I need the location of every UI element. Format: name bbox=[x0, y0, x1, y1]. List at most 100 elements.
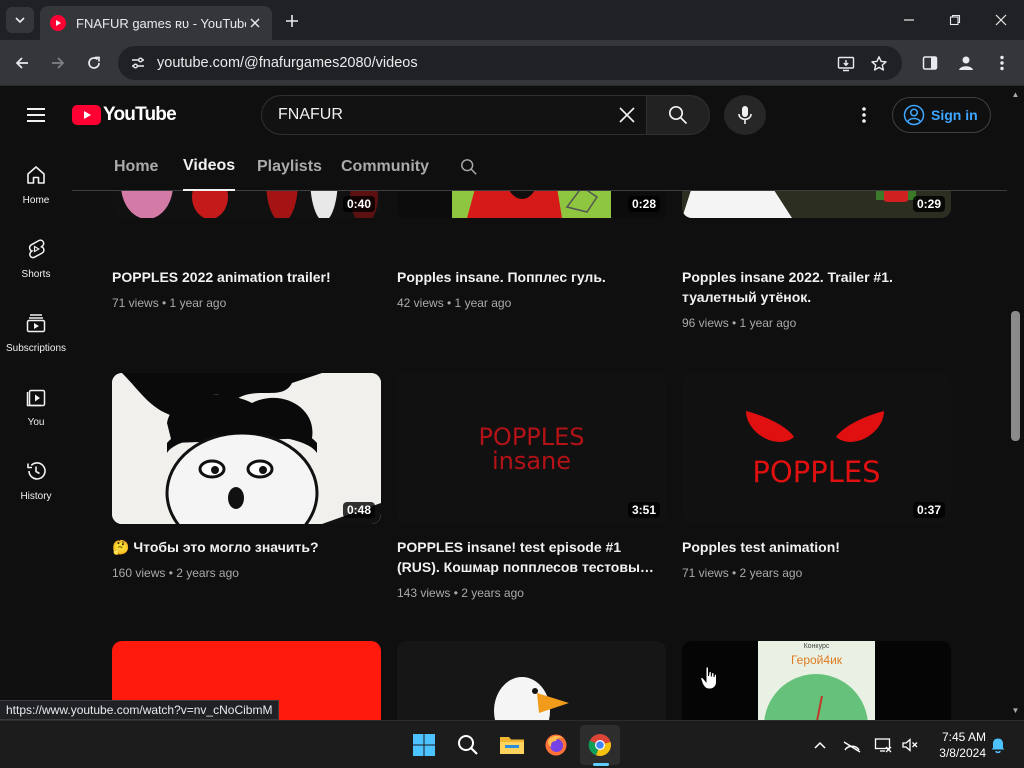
install-app-icon[interactable] bbox=[836, 54, 856, 74]
url-text: youtube.com/@fnafurgames2080/videos bbox=[157, 55, 418, 71]
reload-button[interactable] bbox=[80, 49, 108, 77]
thumbnail-text: insane bbox=[491, 447, 572, 475]
scrollbar-thumb[interactable] bbox=[1011, 311, 1020, 441]
scroll-up-icon[interactable]: ▲ bbox=[1011, 90, 1020, 99]
network-icon[interactable] bbox=[873, 735, 893, 755]
chevron-down-icon bbox=[15, 17, 25, 24]
system-clock[interactable]: 7:45 AM 3/8/2024 bbox=[928, 729, 986, 761]
site-info-icon[interactable] bbox=[128, 53, 148, 73]
active-app-indicator bbox=[593, 763, 609, 766]
more-vert-icon bbox=[862, 107, 866, 123]
search-button[interactable] bbox=[646, 95, 710, 135]
channel-tabs: Home Videos Playlists Community bbox=[72, 143, 1007, 191]
guide-label: You bbox=[27, 417, 45, 428]
video-title[interactable]: Popples insane. Попплес гуль. bbox=[397, 267, 659, 287]
video-metadata: 143 views • 2 years ago bbox=[397, 586, 524, 600]
file-explorer-button[interactable] bbox=[492, 725, 532, 765]
more-vert-icon bbox=[1000, 55, 1004, 71]
browser-tab[interactable]: FNAFUR games ʀᴜ - YouTube bbox=[40, 6, 272, 40]
clear-search-icon[interactable] bbox=[607, 96, 647, 134]
tab-videos[interactable]: Videos bbox=[183, 143, 236, 191]
history-icon bbox=[24, 459, 48, 483]
guide-item-home[interactable]: Home bbox=[0, 153, 72, 217]
show-hidden-icons-chevron-icon[interactable] bbox=[810, 735, 830, 755]
reload-icon bbox=[88, 56, 100, 69]
video-thumbnail[interactable]: 0:48 bbox=[112, 373, 381, 524]
restore-icon bbox=[949, 14, 961, 26]
clock-time: 7:45 AM bbox=[941, 730, 986, 744]
sign-in-label: Sign in bbox=[931, 107, 978, 123]
video-title[interactable]: POPPLES insane! test episode #1 (RUS). К… bbox=[397, 537, 659, 577]
microphone-icon bbox=[738, 106, 752, 124]
plus-icon bbox=[286, 15, 298, 27]
guide-item-subscriptions[interactable]: Subscriptions bbox=[0, 301, 72, 365]
thumbnail-text: POPPLES bbox=[752, 455, 881, 489]
profile-button[interactable] bbox=[952, 49, 980, 77]
you-icon bbox=[24, 385, 48, 409]
side-panel-icon bbox=[922, 56, 938, 70]
video-metadata: 160 views • 2 years ago bbox=[112, 566, 239, 580]
video-title[interactable]: Popples insane 2022. Trailer #1. туалетн… bbox=[682, 267, 944, 307]
thumbnail-art bbox=[397, 641, 666, 720]
guide-item-history[interactable]: History bbox=[0, 449, 72, 513]
video-thumbnail[interactable]: POPPLES 0:37 bbox=[682, 373, 951, 524]
tab-community[interactable]: Community bbox=[341, 143, 429, 190]
video-metadata: 71 views • 2 years ago bbox=[682, 566, 803, 580]
no-internet-icon[interactable] bbox=[842, 735, 862, 755]
thumbnail-text: POPPLES bbox=[478, 423, 585, 451]
logo-text: YouTube bbox=[103, 104, 177, 125]
guide-label: History bbox=[20, 491, 52, 502]
video-thumbnail[interactable]: Конкурс Герой4ик bbox=[682, 641, 951, 720]
video-duration: 0:48 bbox=[342, 502, 375, 518]
arrow-left-icon bbox=[15, 57, 28, 69]
guide-label: Subscriptions bbox=[5, 343, 67, 354]
volume-muted-icon[interactable] bbox=[900, 735, 920, 755]
chrome-button[interactable] bbox=[580, 725, 620, 765]
video-title[interactable]: 🤔 Чтобы это могло значить? bbox=[112, 537, 374, 557]
notifications-bell-icon[interactable] bbox=[988, 735, 1008, 755]
firefox-button[interactable] bbox=[536, 725, 576, 765]
masthead: YouTube Sign in bbox=[0, 87, 1024, 143]
video-metadata: 42 views • 1 year ago bbox=[397, 296, 512, 310]
page-scrollbar[interactable]: ▲ ▼ bbox=[1007, 87, 1024, 720]
tab-close-icon[interactable] bbox=[246, 14, 264, 32]
video-title[interactable]: POPPLES 2022 animation trailer! bbox=[112, 267, 374, 287]
voice-search-button[interactable] bbox=[724, 95, 766, 135]
settings-more-button[interactable] bbox=[852, 103, 876, 127]
tab-search-button[interactable] bbox=[6, 7, 34, 33]
close-window-button[interactable] bbox=[978, 0, 1024, 40]
address-bar[interactable]: youtube.com/@fnafurgames2080/videos bbox=[118, 46, 902, 80]
restore-button[interactable] bbox=[932, 0, 978, 40]
folder-icon bbox=[500, 737, 524, 754]
forward-button[interactable] bbox=[44, 49, 72, 77]
guide-label: Shorts bbox=[21, 269, 51, 280]
side-panel-button[interactable] bbox=[916, 49, 944, 77]
guide-item-you[interactable]: You bbox=[0, 375, 72, 439]
bookmark-star-icon[interactable] bbox=[869, 54, 889, 74]
guide-item-shorts[interactable]: Shorts bbox=[0, 227, 72, 291]
browser-toolbar: youtube.com/@fnafurgames2080/videos bbox=[0, 40, 1024, 86]
video-thumbnail[interactable]: POPPLES insane 3:51 bbox=[397, 373, 666, 524]
new-tab-button[interactable] bbox=[280, 9, 304, 33]
scroll-down-icon[interactable]: ▼ bbox=[1011, 706, 1020, 715]
arrow-right-icon bbox=[52, 57, 65, 69]
mini-guide: Home Shorts Subscriptions You History bbox=[0, 143, 72, 720]
youtube-page: 0:40 POPPLES 2022 animation trailer! 71 … bbox=[0, 87, 1024, 720]
minimize-button[interactable] bbox=[886, 0, 932, 40]
tab-playlists[interactable]: Playlists bbox=[257, 143, 322, 190]
channel-search-icon[interactable] bbox=[457, 155, 481, 179]
sign-in-button[interactable]: Sign in bbox=[892, 97, 991, 133]
search-input[interactable] bbox=[278, 106, 607, 124]
subscriptions-icon bbox=[24, 311, 48, 335]
guide-menu-icon[interactable] bbox=[24, 103, 48, 127]
tab-home[interactable]: Home bbox=[114, 143, 158, 190]
chrome-menu-button[interactable] bbox=[988, 49, 1016, 77]
back-button[interactable] bbox=[8, 49, 36, 77]
hand-cursor-icon bbox=[700, 666, 717, 690]
start-button[interactable] bbox=[404, 725, 444, 765]
video-title[interactable]: Popples test animation! bbox=[682, 537, 944, 557]
taskbar-search-button[interactable] bbox=[448, 725, 488, 765]
search-icon bbox=[458, 735, 478, 755]
video-thumbnail[interactable] bbox=[397, 641, 666, 720]
youtube-logo[interactable]: YouTube bbox=[72, 104, 177, 126]
